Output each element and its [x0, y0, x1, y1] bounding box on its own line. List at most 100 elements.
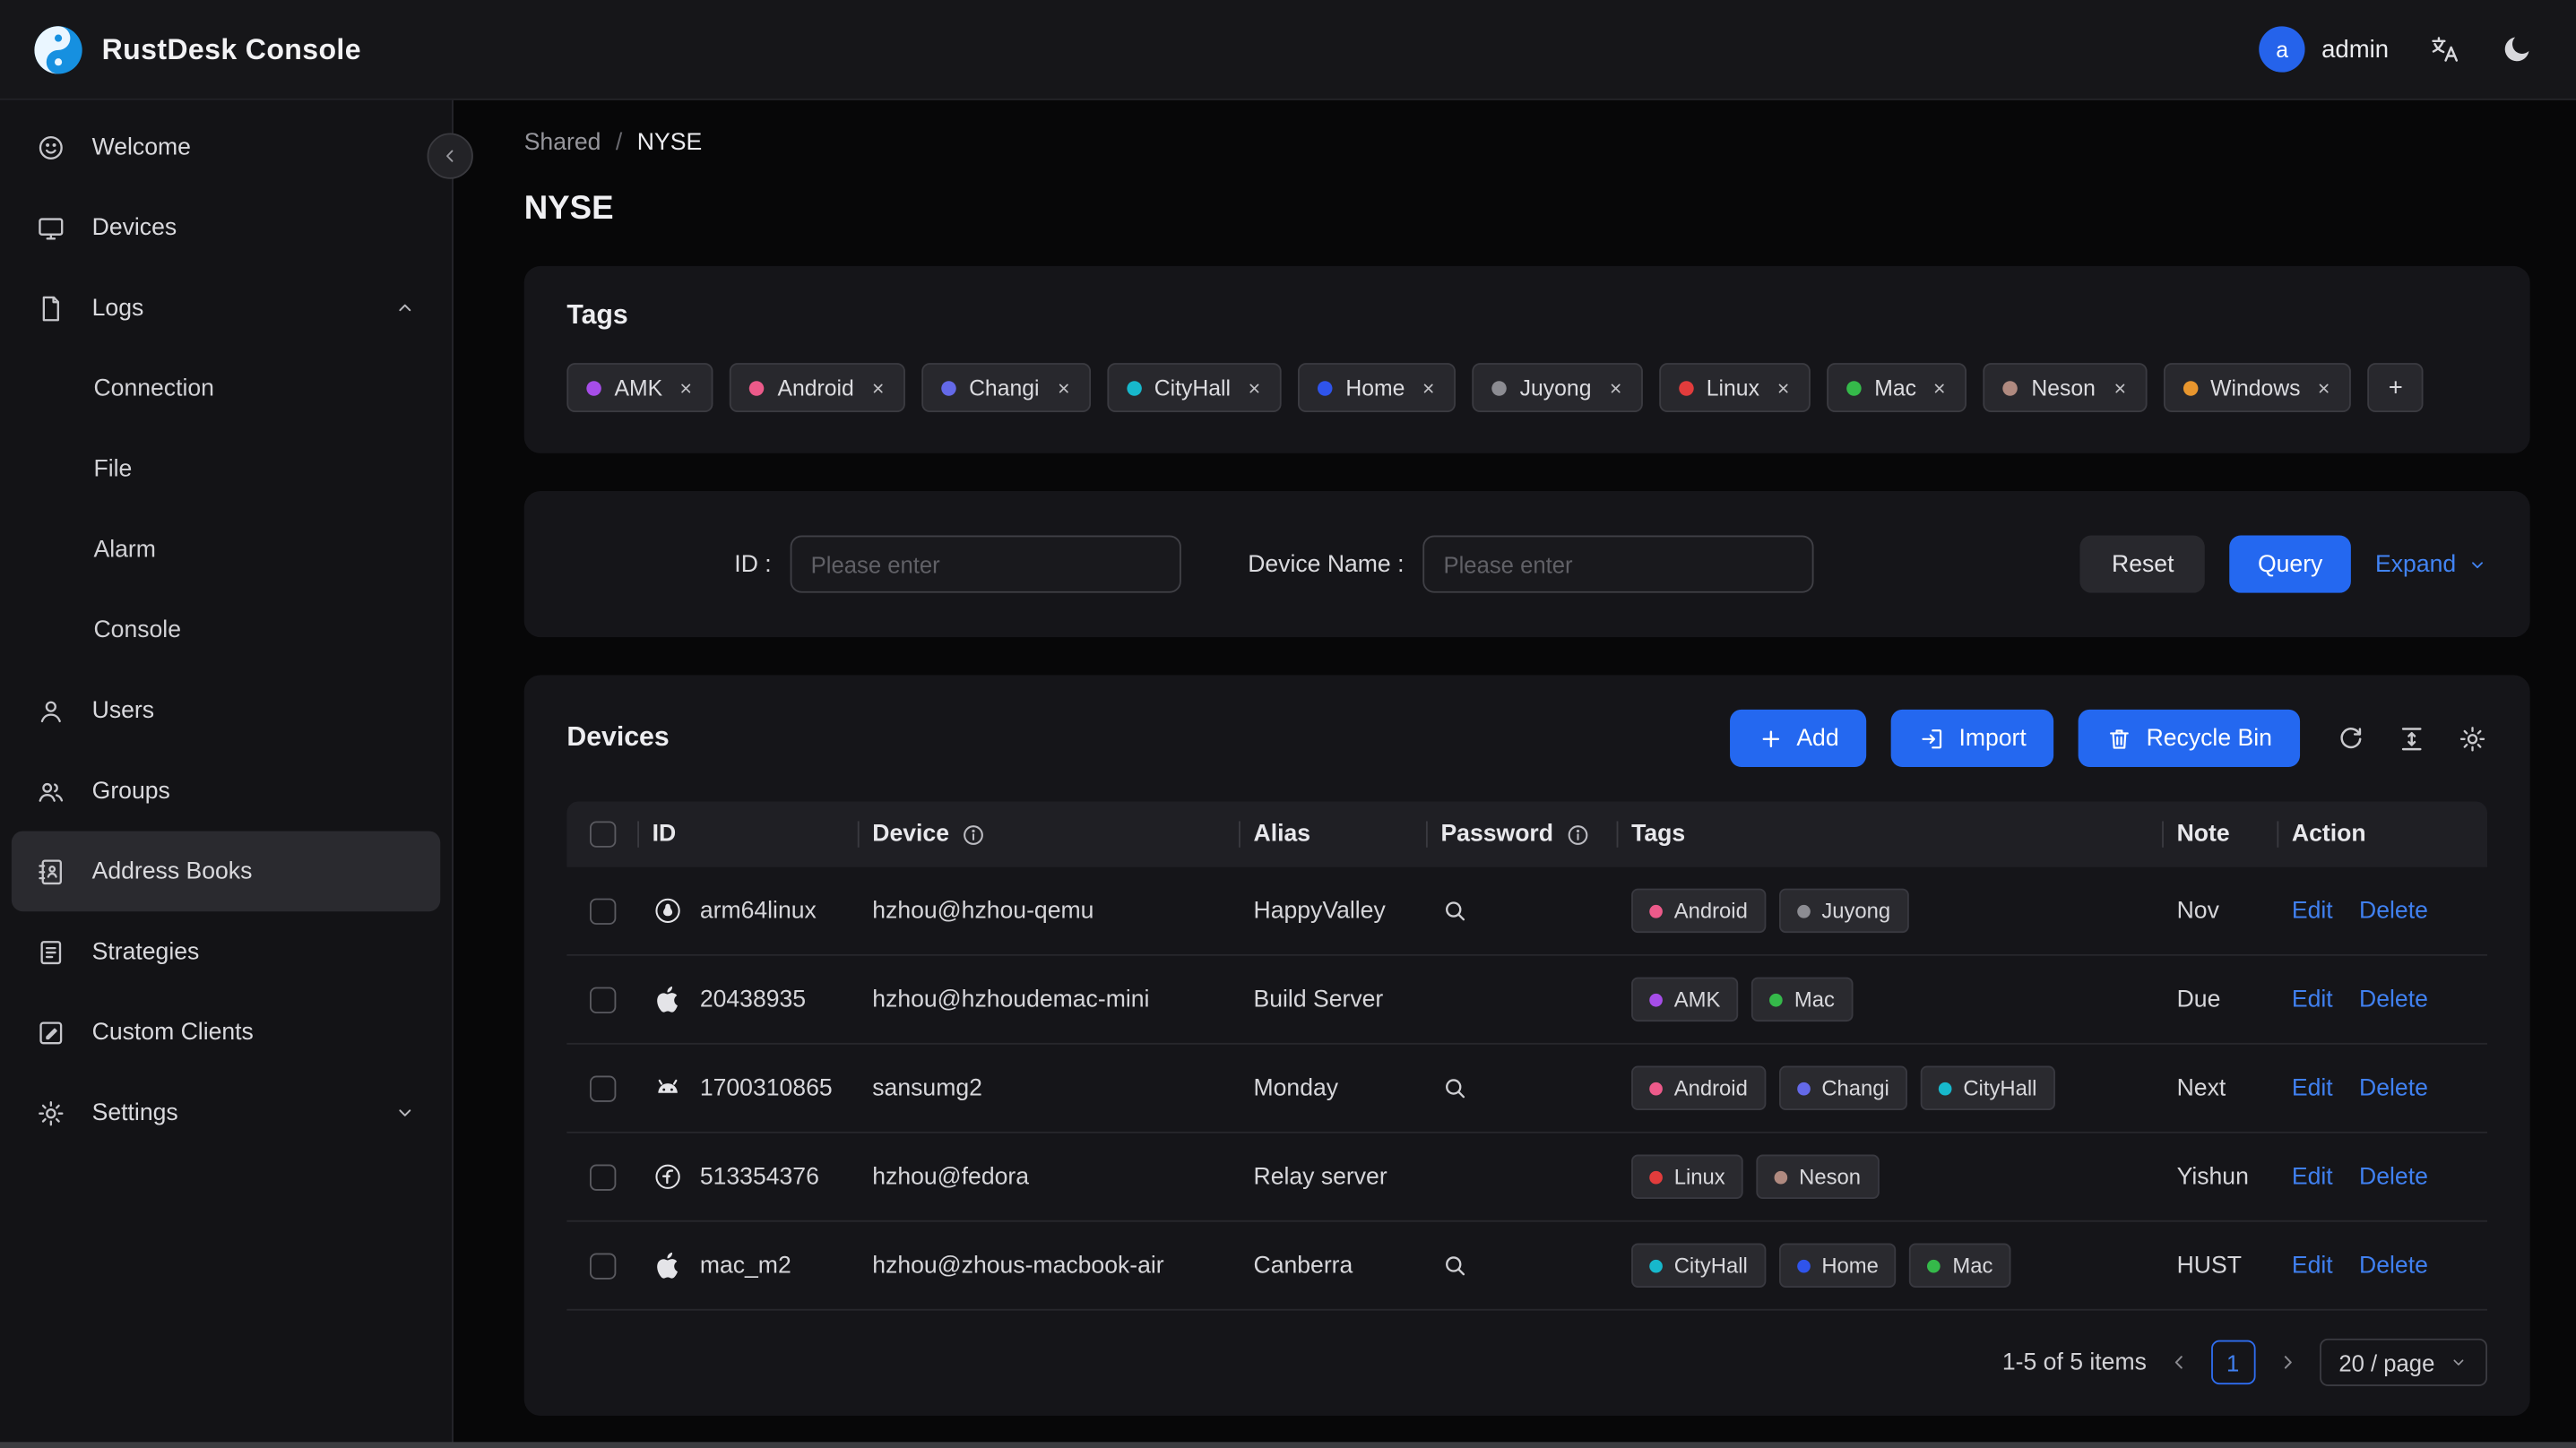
view-password-icon[interactable]: [1440, 1074, 1468, 1102]
filter-id-group: ID :: [734, 535, 1181, 593]
pagination: 1-5 of 5 items 1 20 / page: [566, 1338, 2488, 1386]
import-button[interactable]: Import: [1891, 709, 2054, 767]
view-password-icon[interactable]: [1440, 897, 1468, 925]
view-password-icon[interactable]: [1440, 1252, 1468, 1280]
edit-link[interactable]: Edit: [2292, 1075, 2333, 1101]
next-page-icon[interactable]: [2277, 1351, 2298, 1373]
tag-color-dot: [2183, 380, 2198, 395]
delete-link[interactable]: Delete: [2359, 1253, 2428, 1279]
document-icon: [36, 293, 65, 323]
remove-tag-icon[interactable]: [1422, 380, 1436, 394]
sidebar-subitem-console[interactable]: Console: [0, 590, 452, 670]
tag-chip: Android: [1631, 888, 1767, 934]
recycle-bin-button[interactable]: Recycle Bin: [2079, 709, 2301, 767]
remove-tag-icon[interactable]: [1776, 380, 1790, 394]
remove-tag-icon[interactable]: [1247, 380, 1261, 394]
delete-link[interactable]: Delete: [2359, 987, 2428, 1013]
brand: RustDesk Console: [33, 24, 361, 75]
horizontal-scrollbar[interactable]: [0, 1442, 2576, 1448]
add-tag-button[interactable]: +: [2367, 363, 2425, 413]
tag-chip: Linux: [1658, 363, 1811, 413]
select-all-checkbox[interactable]: [590, 821, 617, 848]
edit-link[interactable]: Edit: [2292, 1253, 2333, 1279]
row-checkbox[interactable]: [590, 1074, 617, 1101]
remove-tag-icon[interactable]: [679, 380, 693, 394]
page-number[interactable]: 1: [2210, 1340, 2255, 1385]
expand-toggle[interactable]: Expand: [2375, 551, 2487, 577]
reset-button[interactable]: Reset: [2080, 535, 2206, 593]
breadcrumb-parent[interactable]: Shared: [524, 130, 601, 156]
language-icon[interactable]: [2428, 33, 2461, 66]
tag-chip: Android: [730, 363, 905, 413]
sidebar-item-welcome[interactable]: Welcome: [12, 107, 440, 187]
smiley-icon: [36, 133, 65, 162]
refresh-icon[interactable]: [2336, 723, 2365, 753]
device-id: 1700310865: [699, 1074, 833, 1101]
edit-link[interactable]: Edit: [2292, 987, 2333, 1013]
sidebar-collapse-button[interactable]: [427, 133, 473, 179]
app-title: RustDesk Console: [101, 31, 361, 65]
info-icon[interactable]: [961, 822, 985, 846]
user-menu[interactable]: a admin: [2259, 26, 2389, 73]
query-button[interactable]: Query: [2229, 535, 2351, 593]
tag-chip: Windows: [2163, 363, 2352, 413]
add-device-button[interactable]: Add: [1729, 709, 1867, 767]
row-density-icon[interactable]: [2397, 723, 2426, 753]
delete-link[interactable]: Delete: [2359, 898, 2428, 924]
row-checkbox[interactable]: [590, 1252, 617, 1279]
dark-mode-toggle-icon[interactable]: [2501, 33, 2534, 66]
edit-link[interactable]: Edit: [2292, 898, 2333, 924]
row-checkbox[interactable]: [590, 1163, 617, 1190]
remove-tag-icon[interactable]: [1608, 380, 1622, 394]
row-checkbox[interactable]: [590, 897, 617, 925]
delete-link[interactable]: Delete: [2359, 1075, 2428, 1101]
tag-chip: Changi: [921, 363, 1091, 413]
device-name-input[interactable]: [1422, 535, 1813, 593]
sidebar-item-logs[interactable]: Logs: [12, 268, 440, 349]
filter-card: ID : Device Name : Reset Query Expand: [523, 491, 2530, 638]
remove-tag-icon[interactable]: [2112, 380, 2126, 394]
device-alias: Monday: [1253, 1074, 1339, 1101]
sidebar-item-strategies[interactable]: Strategies: [12, 911, 440, 992]
info-icon[interactable]: [1565, 822, 1589, 846]
delete-link[interactable]: Delete: [2359, 1164, 2428, 1190]
tag-color-dot: [1649, 1081, 1663, 1095]
avatar: a: [2259, 26, 2305, 73]
column-action: Action: [2291, 821, 2366, 848]
user-icon: [36, 695, 65, 725]
device-name-label: Device Name :: [1248, 550, 1405, 578]
device-name: hzhou@fedora: [872, 1163, 1030, 1190]
column-password: Password: [1428, 801, 1619, 866]
strategy-icon: [36, 937, 65, 967]
remove-tag-icon[interactable]: [1932, 380, 1947, 394]
page-size-select[interactable]: 20 / page: [2319, 1338, 2488, 1386]
sidebar-item-users[interactable]: Users: [12, 670, 440, 751]
edit-square-icon: [36, 1017, 65, 1047]
row-checkbox[interactable]: [590, 986, 617, 1013]
remove-tag-icon[interactable]: [870, 380, 885, 394]
devices-card-title: Devices: [566, 722, 670, 753]
rustdesk-logo-icon: [34, 25, 82, 73]
filter-device-name-group: Device Name :: [1248, 535, 1813, 593]
table-row: mac_m2 hzhou@zhous-macbook-air Canberra …: [566, 1222, 2488, 1311]
tag-color-dot: [1774, 1169, 1788, 1184]
table-settings-gear-icon[interactable]: [2458, 723, 2487, 753]
device-alias: Canberra: [1253, 1252, 1353, 1279]
sidebar-item-custom-clients[interactable]: Custom Clients: [12, 992, 440, 1073]
chevron-up-icon: [394, 297, 416, 319]
sidebar-item-address-books[interactable]: Address Books: [11, 831, 441, 912]
tag-color-dot: [1126, 380, 1142, 395]
prev-page-icon[interactable]: [2168, 1351, 2190, 1373]
sidebar-subitem-alarm[interactable]: Alarm: [0, 509, 452, 590]
sidebar-subitem-file[interactable]: File: [0, 428, 452, 509]
sidebar-subitem-connection[interactable]: Connection: [0, 349, 452, 429]
remove-tag-icon[interactable]: [2317, 380, 2331, 394]
sidebar-item-devices[interactable]: Devices: [12, 187, 440, 268]
id-input[interactable]: [789, 535, 1181, 593]
edit-link[interactable]: Edit: [2292, 1164, 2333, 1190]
tag-chip: Home: [1778, 1243, 1897, 1288]
sidebar-item-groups[interactable]: Groups: [12, 751, 440, 832]
trash-icon: [2107, 725, 2133, 751]
remove-tag-icon[interactable]: [1056, 380, 1070, 394]
sidebar-item-settings[interactable]: Settings: [12, 1073, 440, 1153]
